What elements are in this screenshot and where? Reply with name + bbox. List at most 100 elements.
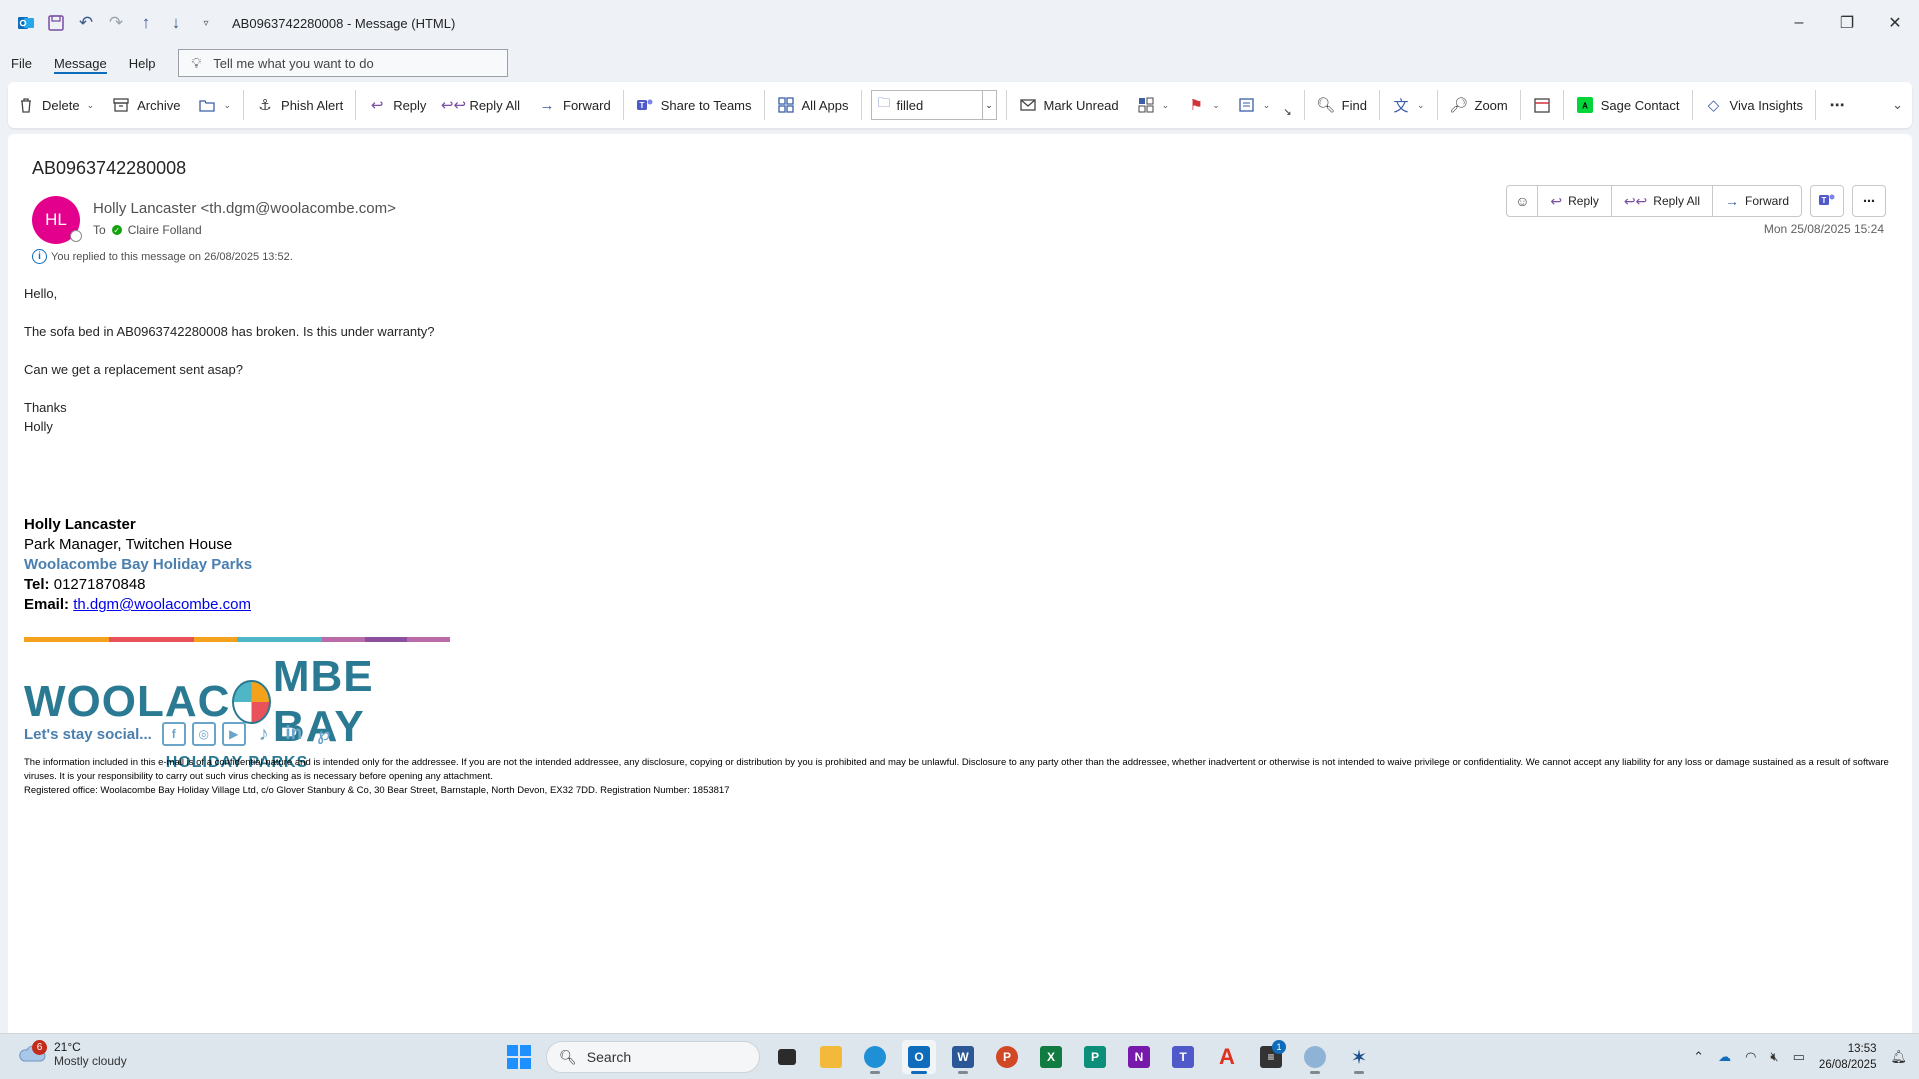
signature-company: Woolacombe Bay Holiday Parks: [24, 556, 253, 573]
save-icon[interactable]: [44, 11, 68, 35]
delete-button[interactable]: Delete ⌄: [8, 88, 103, 122]
flag-button[interactable]: ⚑ ⌄: [1178, 88, 1229, 122]
chevron-down-icon[interactable]: ⌄: [223, 100, 231, 111]
more-actions-button[interactable]: ⋯: [1852, 185, 1886, 217]
categorize-icon: [1137, 96, 1155, 114]
teams-chat-button[interactable]: T: [1810, 185, 1844, 217]
share-to-teams-button[interactable]: T Share to Teams: [627, 88, 761, 122]
previous-item-icon[interactable]: ↑: [134, 11, 158, 35]
reply-all-button[interactable]: ↩↩ Reply All: [435, 88, 529, 122]
teams-taskbar-icon[interactable]: T: [1166, 1040, 1200, 1074]
onedrive-icon[interactable]: ☁: [1718, 1049, 1731, 1065]
facebook-icon[interactable]: f: [161, 722, 186, 746]
customize-toolbar-icon[interactable]: ▿: [194, 11, 218, 35]
folder-value: filled: [896, 97, 924, 113]
social-text: Let's stay social...: [24, 725, 152, 743]
chevron-down-icon[interactable]: ⌄: [1212, 100, 1220, 111]
weather-widget[interactable]: 6 21°C Mostly cloudy: [18, 1040, 127, 1068]
word-icon[interactable]: W: [946, 1040, 980, 1074]
presence-indicator: [70, 230, 82, 242]
excel-icon[interactable]: X: [1034, 1040, 1068, 1074]
ribbon-expand-button[interactable]: ⌄: [1883, 88, 1912, 122]
browser-icon[interactable]: [1298, 1040, 1332, 1074]
onenote-icon[interactable]: N: [1122, 1040, 1156, 1074]
menu-message[interactable]: Message: [43, 46, 118, 80]
registered-office-text: Registered office: Woolacombe Bay Holida…: [24, 785, 730, 796]
email-link[interactable]: th.dgm@woolacombe.com: [73, 596, 251, 613]
youtube-icon[interactable]: ▶: [221, 722, 246, 746]
recipient-name[interactable]: Claire Folland: [128, 223, 202, 237]
project-icon[interactable]: P: [1078, 1040, 1112, 1074]
custom-app-icon[interactable]: ✶: [1342, 1040, 1376, 1074]
chevron-up-icon[interactable]: ⌃: [1693, 1049, 1704, 1065]
sender-name[interactable]: Holly Lancaster <th.dgm@woolacombe.com>: [93, 200, 396, 217]
phish-alert-button[interactable]: ⚓︎ Phish Alert: [247, 88, 352, 122]
chevron-down-icon[interactable]: ⌄: [1417, 100, 1425, 111]
all-apps-button[interactable]: All Apps: [768, 88, 858, 122]
more-commands-button[interactable]: ⋯: [1819, 88, 1855, 122]
replied-infobar[interactable]: i You replied to this message on 26/08/2…: [32, 249, 293, 264]
calendar-button[interactable]: [1524, 88, 1560, 122]
translate-button[interactable]: 文 ⌄: [1383, 88, 1434, 122]
start-button[interactable]: [502, 1040, 536, 1074]
avatar[interactable]: HL: [32, 196, 82, 244]
zoom-button[interactable]: 🔎︎ Zoom: [1441, 88, 1517, 122]
system-clock[interactable]: 13:53 26/08/2025: [1819, 1041, 1877, 1073]
close-icon[interactable]: ✕: [1871, 0, 1919, 46]
next-item-icon[interactable]: ↓: [164, 11, 188, 35]
edge-icon[interactable]: [858, 1040, 892, 1074]
speaker-muted-icon[interactable]: 🔇︎: [1770, 1049, 1778, 1065]
find-button[interactable]: 🔍︎ Find: [1308, 88, 1376, 122]
weather-badge: 6: [32, 1040, 47, 1055]
dialog-launcher-icon[interactable]: ↘: [1283, 107, 1291, 118]
notifications-icon[interactable]: 🔔︎: [1890, 1049, 1907, 1065]
task-view-icon[interactable]: [770, 1040, 804, 1074]
powerpoint-icon[interactable]: P: [990, 1040, 1024, 1074]
mark-unread-label: Mark Unread: [1043, 97, 1119, 113]
categorize-button[interactable]: ⌄: [1128, 88, 1179, 122]
title-bar: ↶ ↷ ↑ ↓ ▿ AB0963742280008 - Message (HTM…: [0, 0, 1919, 46]
reply-all-action-button[interactable]: ↩↩ Reply All: [1610, 185, 1713, 217]
undo-icon[interactable]: ↶: [74, 11, 98, 35]
restore-icon[interactable]: ❐: [1823, 0, 1871, 46]
stripe-segment: [364, 637, 408, 642]
chevron-down-icon[interactable]: ⌄: [981, 91, 996, 119]
all-apps-label: All Apps: [801, 97, 849, 113]
tell-me-search[interactable]: 💡︎ Tell me what you want to do: [178, 49, 509, 77]
linkedin-icon[interactable]: in: [282, 722, 306, 746]
forward-button[interactable]: → Forward: [529, 88, 620, 122]
chevron-down-icon[interactable]: ⌄: [1263, 100, 1271, 111]
wifi-icon[interactable]: ◠: [1745, 1049, 1756, 1065]
redo-icon[interactable]: ↷: [104, 11, 128, 35]
move-to-folder-combo[interactable]: 🗀︎ filled ⌄: [870, 90, 997, 120]
acrobat-icon[interactable]: A: [1210, 1040, 1244, 1074]
tiktok-icon[interactable]: ♪: [252, 722, 276, 746]
file-explorer-icon[interactable]: [814, 1040, 848, 1074]
app-with-badge-icon[interactable]: ≡ 1: [1254, 1040, 1288, 1074]
viva-insights-button[interactable]: ◇ Viva Insights: [1696, 88, 1812, 122]
chevron-down-icon[interactable]: ⌄: [1162, 100, 1170, 111]
archive-button[interactable]: Archive: [103, 88, 189, 122]
battery-icon[interactable]: ▭: [1793, 1049, 1805, 1065]
pinterest-icon[interactable]: ℘: [312, 722, 336, 746]
reaction-button[interactable]: ☺: [1506, 185, 1539, 217]
translate-icon: 文: [1393, 97, 1409, 115]
minimize-icon[interactable]: –: [1775, 0, 1823, 46]
reply-action-button[interactable]: ↩ Reply: [1537, 185, 1612, 217]
move-button[interactable]: ⌄: [189, 88, 240, 122]
reply-all-icon: ↩↩: [440, 97, 467, 114]
taskbar-search[interactable]: 🔍︎ Search: [546, 1041, 760, 1073]
reply-button[interactable]: ↩ Reply: [359, 88, 435, 122]
mark-unread-button[interactable]: Mark Unread: [1010, 88, 1128, 122]
rules-button[interactable]: ⌄ ↘: [1229, 88, 1301, 122]
body-paragraph: Can we get a replacement sent asap?: [24, 362, 243, 377]
menu-file[interactable]: File: [0, 46, 43, 80]
instagram-icon[interactable]: ◎: [191, 722, 216, 746]
reply-all-label: Reply All: [469, 97, 521, 113]
available-status-icon: ✓: [111, 225, 122, 235]
menu-help[interactable]: Help: [118, 46, 167, 80]
sage-contact-button[interactable]: A Sage Contact: [1567, 88, 1689, 122]
outlook-taskbar-icon[interactable]: O: [902, 1040, 936, 1074]
chevron-down-icon[interactable]: ⌄: [87, 100, 95, 111]
forward-action-button[interactable]: → Forward: [1711, 185, 1802, 217]
